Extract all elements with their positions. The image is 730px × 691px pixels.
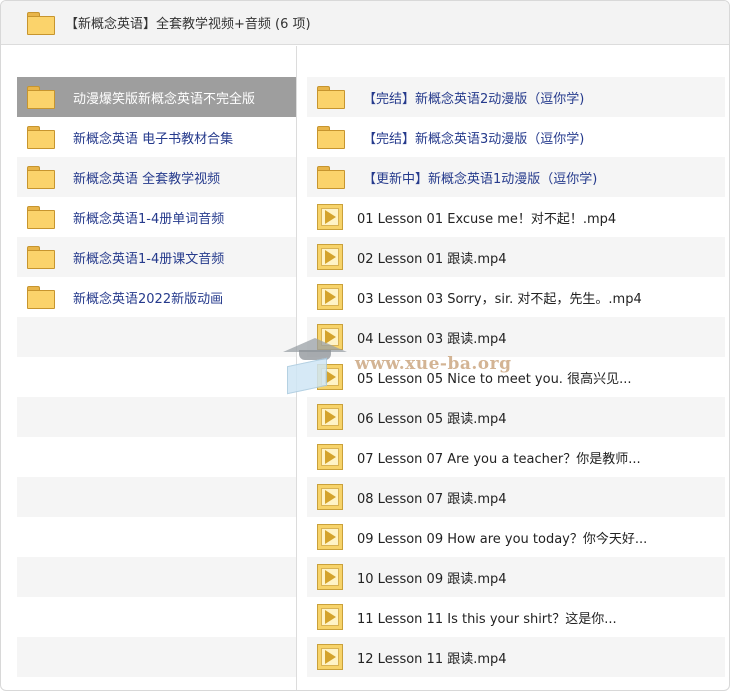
- empty-row: [17, 637, 296, 677]
- folder-item[interactable]: 新概念英语2022新版动画: [17, 277, 296, 317]
- video-file-icon: [317, 564, 343, 590]
- video-file-item[interactable]: 09 Lesson 09 How are you today？你今天好...: [307, 517, 725, 557]
- file-name: 03 Lesson 03 Sorry，sir. 对不起，先生。.mp4: [357, 291, 642, 307]
- video-file-item[interactable]: 01 Lesson 01 Excuse me！对不起！.mp4: [307, 197, 725, 237]
- folder-item[interactable]: 动漫爆笑版新概念英语不完全版: [17, 77, 296, 117]
- video-file-icon: [317, 284, 343, 310]
- video-file-item[interactable]: 06 Lesson 05 跟读.mp4: [307, 397, 725, 437]
- video-file-item[interactable]: 04 Lesson 03 跟读.mp4: [307, 317, 725, 357]
- file-name: 06 Lesson 05 跟读.mp4: [357, 411, 507, 427]
- empty-row: [17, 557, 296, 597]
- folder-icon: [27, 166, 55, 189]
- video-file-icon: [317, 404, 343, 430]
- empty-row: [17, 397, 296, 437]
- file-name: 04 Lesson 03 跟读.mp4: [357, 331, 507, 347]
- video-file-item[interactable]: 07 Lesson 07 Are you a teacher？你是教师...: [307, 437, 725, 477]
- folder-icon: [27, 246, 55, 269]
- empty-row: [17, 517, 296, 557]
- empty-row: [17, 477, 296, 517]
- file-name: 07 Lesson 07 Are you a teacher？你是教师...: [357, 451, 641, 467]
- file-browser-window: 【新概念英语】全套教学视频+音频 (6 项) 动漫爆笑版新概念英语不完全版 新概念…: [0, 0, 730, 691]
- video-file-icon: [317, 644, 343, 670]
- subfolder-item-label: 【完结】新概念英语2动漫版（逗你学): [363, 91, 585, 107]
- folder-item[interactable]: 新概念英语 全套教学视频: [17, 157, 296, 197]
- file-name: 09 Lesson 09 How are you today？你今天好...: [357, 531, 648, 547]
- folder-item-label: 新概念英语1-4册单词音频: [73, 211, 225, 227]
- video-file-icon: [317, 444, 343, 470]
- file-name: 02 Lesson 01 跟读.mp4: [357, 251, 507, 267]
- subfolder-item[interactable]: 【完结】新概念英语2动漫版（逗你学): [307, 77, 725, 117]
- video-file-icon: [317, 364, 343, 390]
- video-file-item[interactable]: 08 Lesson 07 跟读.mp4: [307, 477, 725, 517]
- folder-icon: [27, 286, 55, 309]
- empty-row: [17, 317, 296, 357]
- video-file-icon: [317, 324, 343, 350]
- subfolder-item[interactable]: 【更新中】新概念英语1动漫版（逗你学): [307, 157, 725, 197]
- folder-item[interactable]: 新概念英语 电子书教材合集: [17, 117, 296, 157]
- folder-item[interactable]: 新概念英语1-4册课文音频: [17, 237, 296, 277]
- folder-item-label: 新概念英语2022新版动画: [73, 291, 224, 307]
- video-file-icon: [317, 484, 343, 510]
- file-name: 10 Lesson 09 跟读.mp4: [357, 571, 507, 587]
- video-file-icon: [317, 524, 343, 550]
- folder-icon: [27, 206, 55, 229]
- subfolder-item[interactable]: 【完结】新概念英语3动漫版（逗你学): [307, 117, 725, 157]
- file-name: 01 Lesson 01 Excuse me！对不起！.mp4: [357, 211, 617, 227]
- video-file-item[interactable]: 03 Lesson 03 Sorry，sir. 对不起，先生。.mp4: [307, 277, 725, 317]
- subfolder-item-label: 【完结】新概念英语3动漫版（逗你学): [363, 131, 585, 147]
- file-name: 05 Lesson 05 Nice to meet you. 很高兴见...: [357, 371, 632, 387]
- pane-divider[interactable]: [296, 46, 297, 690]
- video-file-item[interactable]: 02 Lesson 01 跟读.mp4: [307, 237, 725, 277]
- folder-list-pane: 动漫爆笑版新概念英语不完全版 新概念英语 电子书教材合集 新概念英语 全套教学视频新…: [17, 77, 296, 677]
- subfolder-item-label: 【更新中】新概念英语1动漫版（逗你学): [363, 171, 598, 187]
- video-file-icon: [317, 204, 343, 230]
- folder-icon: [317, 86, 345, 109]
- folder-icon: [27, 11, 55, 35]
- folder-icon: [27, 126, 55, 149]
- window-header: 【新概念英语】全套教学视频+音频 (6 项): [1, 1, 729, 45]
- video-file-item[interactable]: 11 Lesson 11 Is this your shirt？这是你...: [307, 597, 725, 637]
- video-file-icon: [317, 244, 343, 270]
- video-file-item[interactable]: 10 Lesson 09 跟读.mp4: [307, 557, 725, 597]
- folder-item-label: 新概念英语 电子书教材合集: [73, 131, 234, 147]
- content-list-pane: 【完结】新概念英语2动漫版（逗你学) 【完结】新概念英语3动漫版（逗你学) 【更新中…: [307, 77, 725, 677]
- empty-row: [17, 357, 296, 397]
- file-name: 11 Lesson 11 Is this your shirt？这是你...: [357, 611, 617, 627]
- file-name: 08 Lesson 07 跟读.mp4: [357, 491, 507, 507]
- folder-item[interactable]: 新概念英语1-4册单词音频: [17, 197, 296, 237]
- folder-item-label: 新概念英语 全套教学视频: [73, 171, 221, 187]
- folder-icon: [27, 86, 55, 109]
- video-file-item[interactable]: 05 Lesson 05 Nice to meet you. 很高兴见...: [307, 357, 725, 397]
- folder-item-label: 新概念英语1-4册课文音频: [73, 251, 225, 267]
- window-title: 【新概念英语】全套教学视频+音频 (6 项): [65, 17, 311, 32]
- file-name: 12 Lesson 11 跟读.mp4: [357, 651, 507, 667]
- empty-row: [17, 597, 296, 637]
- video-file-item[interactable]: 12 Lesson 11 跟读.mp4: [307, 637, 725, 677]
- video-file-icon: [317, 604, 343, 630]
- folder-item-label: 动漫爆笑版新概念英语不完全版: [73, 91, 256, 107]
- folder-icon: [317, 126, 345, 149]
- empty-row: [17, 437, 296, 477]
- folder-icon: [317, 166, 345, 189]
